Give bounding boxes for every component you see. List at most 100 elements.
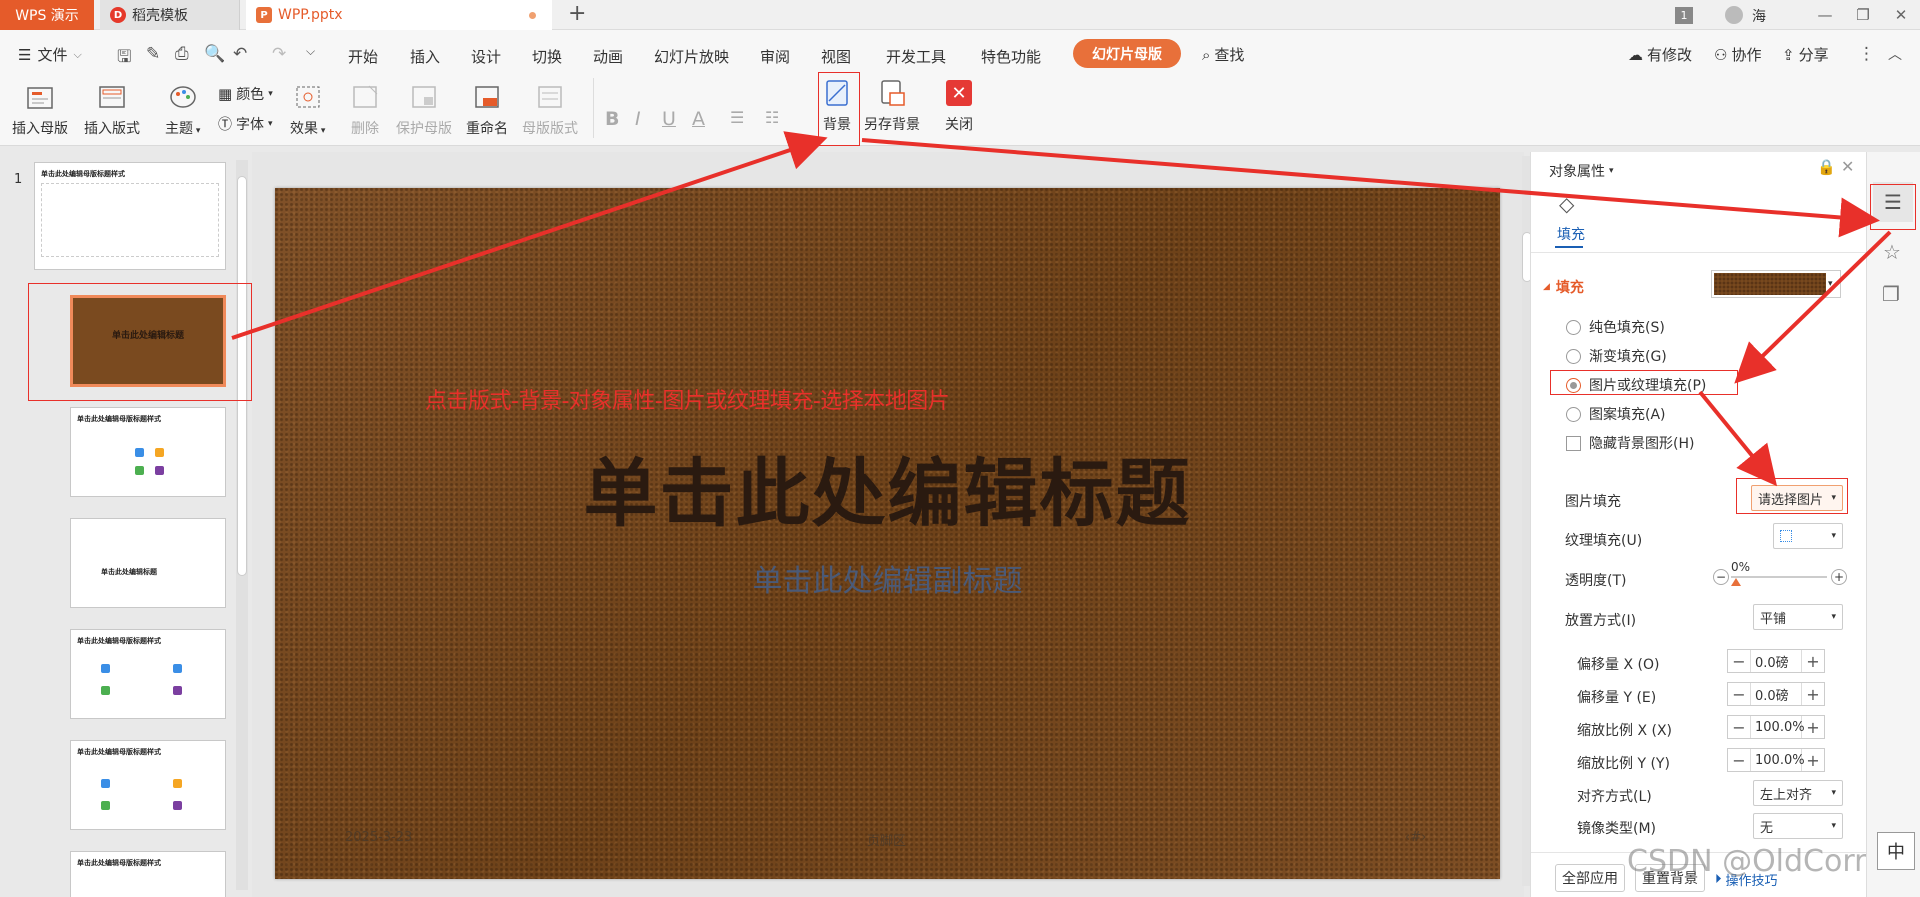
- decrement-button[interactable]: −: [1728, 751, 1750, 770]
- slide[interactable]: 点击版式-背景-对象属性-图片或纹理填充-选择本地图片 单击此处编辑标题 单击此…: [275, 188, 1500, 879]
- avatar[interactable]: [1725, 6, 1743, 24]
- texture-dropdown[interactable]: ▾: [1773, 523, 1843, 549]
- quick-access-dropdown-icon[interactable]: ⌵: [306, 44, 315, 59]
- wps-app-tab[interactable]: WPS 演示: [0, 0, 94, 30]
- rename-button[interactable]: 重命名: [466, 82, 508, 138]
- tab-wpp-pptx[interactable]: P WPP.pptx: [246, 0, 552, 30]
- theme-button[interactable]: 主题 ▾: [165, 82, 200, 138]
- menu-animation[interactable]: 动画: [593, 46, 623, 67]
- stepper-value[interactable]: 100.0%: [1750, 716, 1805, 738]
- collapse-ribbon-icon[interactable]: ︿: [1888, 44, 1902, 64]
- menu-view[interactable]: 视图: [821, 46, 851, 67]
- decrement-button[interactable]: −: [1728, 718, 1750, 737]
- tab-fill[interactable]: 填充: [1557, 224, 1585, 244]
- bullet-list-icon[interactable]: ☰: [730, 108, 744, 127]
- fill-bucket-icon[interactable]: ◇: [1559, 192, 1574, 216]
- menu-insert[interactable]: 插入: [410, 46, 440, 67]
- layout-thumbnail[interactable]: 单击此处编辑标题: [70, 518, 226, 608]
- date-placeholder[interactable]: 2025-3-23: [345, 830, 412, 845]
- color-button[interactable]: ▦ 颜色 ▾: [218, 84, 273, 104]
- underline-button[interactable]: U: [662, 108, 676, 130]
- title-placeholder[interactable]: 单击此处编辑标题: [275, 434, 1500, 541]
- font-color-button[interactable]: A: [692, 108, 705, 130]
- decrement-button[interactable]: −: [1728, 652, 1750, 671]
- decrement-button[interactable]: −: [1728, 685, 1750, 704]
- modified-button[interactable]: ☁ 有修改: [1628, 44, 1692, 65]
- undo-icon[interactable]: ↶: [233, 44, 247, 64]
- offset-x-stepper[interactable]: −0.0磅 +: [1727, 649, 1825, 673]
- format-painter-icon[interactable]: ✎: [146, 44, 160, 64]
- radio-solid-fill[interactable]: 纯色填充(S): [1566, 317, 1665, 337]
- page-count-badge[interactable]: 1: [1675, 7, 1693, 24]
- print-preview-icon[interactable]: 🔍: [204, 44, 225, 64]
- menu-transition[interactable]: 切换: [532, 46, 562, 67]
- menu-developer[interactable]: 开发工具: [886, 46, 946, 67]
- delete-button[interactable]: 删除: [350, 82, 380, 138]
- radio-gradient-fill[interactable]: 渐变填充(G): [1566, 346, 1667, 366]
- fill-section-header[interactable]: ◢ 填充: [1543, 277, 1584, 297]
- menu-features[interactable]: 特色功能: [981, 46, 1041, 67]
- increment-button[interactable]: +: [1802, 685, 1824, 704]
- save-background-button[interactable]: 另存背景: [864, 78, 920, 134]
- stepper-value[interactable]: 100.0%: [1750, 749, 1805, 771]
- protect-master-button[interactable]: 保护母版: [396, 82, 452, 138]
- restore-button[interactable]: ❐: [1848, 2, 1878, 28]
- properties-sliders-icon[interactable]: ☰: [1873, 182, 1913, 222]
- tab-docer-templates[interactable]: D 稻壳模板: [100, 0, 240, 30]
- close-master-button[interactable]: ✕ 关闭: [944, 78, 974, 134]
- subtitle-placeholder[interactable]: 单击此处编辑副标题: [275, 556, 1500, 600]
- user-name[interactable]: 海: [1752, 6, 1766, 26]
- collaborate-button[interactable]: ⚇ 协作: [1714, 44, 1761, 65]
- offset-y-stepper[interactable]: −0.0磅 +: [1727, 682, 1825, 706]
- bold-button[interactable]: B: [605, 108, 619, 130]
- menu-design[interactable]: 设计: [471, 46, 501, 67]
- master-layout-button[interactable]: 母版版式: [522, 82, 578, 138]
- insert-master-button[interactable]: 插入母版: [12, 82, 68, 138]
- align-dropdown[interactable]: 左上对齐 ▾: [1753, 780, 1843, 806]
- new-tab-button[interactable]: +: [568, 1, 586, 26]
- close-window-button[interactable]: ✕: [1886, 2, 1916, 28]
- apply-all-button[interactable]: 全部应用: [1555, 864, 1625, 892]
- comment-icon[interactable]: ❐: [1882, 282, 1900, 306]
- radio-pattern-fill[interactable]: 图案填充(A): [1566, 404, 1666, 424]
- layout-thumbnail[interactable]: 单击此处编辑母版标题样式: [70, 407, 226, 497]
- pane-header[interactable]: 对象属性 ▾: [1549, 161, 1614, 181]
- more-icon[interactable]: ⋮: [1858, 44, 1875, 64]
- transparency-plus-button[interactable]: +: [1831, 569, 1847, 585]
- radio-picture-fill[interactable]: 图片或纹理填充(P): [1566, 375, 1706, 395]
- select-picture-dropdown[interactable]: 请选择图片 ▾: [1751, 485, 1843, 511]
- numbered-list-icon[interactable]: ☷: [765, 108, 779, 127]
- animation-star-icon[interactable]: ☆: [1883, 240, 1901, 264]
- background-button[interactable]: 背景: [822, 78, 852, 134]
- ime-indicator[interactable]: 中: [1877, 832, 1915, 870]
- transparency-slider[interactable]: [1731, 576, 1827, 578]
- italic-button[interactable]: I: [635, 108, 641, 130]
- scale-y-stepper[interactable]: −100.0% +: [1727, 748, 1825, 772]
- footer-placeholder[interactable]: 页脚区: [867, 830, 906, 849]
- layout-thumbnail-selected[interactable]: 单击此处编辑标题: [70, 295, 226, 387]
- minimize-button[interactable]: —: [1810, 2, 1840, 28]
- close-pane-icon[interactable]: ✕: [1841, 157, 1854, 176]
- stepper-value[interactable]: 0.0磅: [1750, 650, 1802, 672]
- layout-thumbnail[interactable]: 单击此处编辑母版标题样式: [70, 740, 226, 830]
- redo-icon[interactable]: ↷: [272, 44, 286, 64]
- menu-slideshow[interactable]: 幻灯片放映: [654, 46, 729, 67]
- insert-layout-button[interactable]: 插入版式: [84, 82, 140, 138]
- increment-button[interactable]: +: [1802, 751, 1824, 770]
- transparency-minus-button[interactable]: −: [1713, 569, 1729, 585]
- menu-review[interactable]: 审阅: [760, 46, 790, 67]
- tab-slide-master[interactable]: 幻灯片母版: [1073, 39, 1181, 68]
- page-number-placeholder[interactable]: ‹#›: [1405, 830, 1426, 845]
- layout-thumbnail[interactable]: 单击此处编辑母版标题样式: [70, 629, 226, 719]
- lock-icon[interactable]: 🔒: [1817, 158, 1836, 176]
- effect-button[interactable]: 效果 ▾: [290, 82, 325, 138]
- mirror-dropdown[interactable]: 无 ▾: [1753, 813, 1843, 839]
- fill-preview-dropdown[interactable]: ▾: [1711, 270, 1841, 298]
- placement-dropdown[interactable]: 平铺 ▾: [1753, 604, 1843, 630]
- share-button[interactable]: ⇪ 分享: [1782, 44, 1829, 65]
- layout-thumbnail[interactable]: 单击此处编辑母版标题样式: [70, 851, 226, 897]
- increment-button[interactable]: +: [1802, 718, 1824, 737]
- increment-button[interactable]: +: [1802, 652, 1824, 671]
- scale-x-stepper[interactable]: −100.0% +: [1727, 715, 1825, 739]
- font-button[interactable]: Ⓣ 字体 ▾: [218, 114, 273, 134]
